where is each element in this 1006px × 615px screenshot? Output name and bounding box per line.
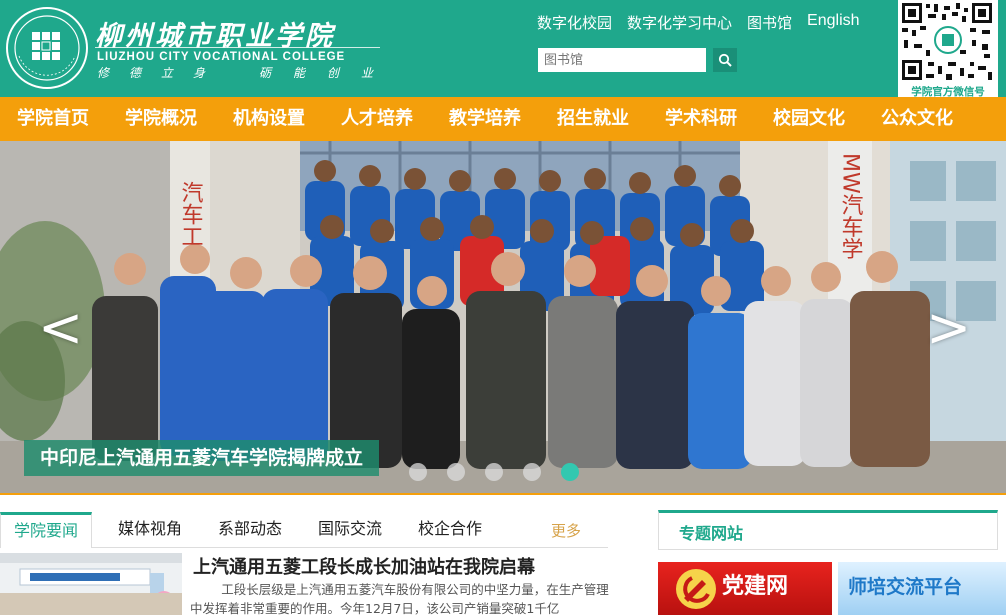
nav-item-public-culture[interactable]: 公众文化 — [881, 97, 953, 141]
tab-international[interactable]: 国际交流 — [318, 512, 382, 546]
news-thumbnail[interactable] — [0, 553, 182, 615]
top-links: 数字化校园 数字化学习中心 图书馆 English — [537, 12, 875, 33]
hero-divider — [0, 493, 1006, 495]
special-sites-header: 专题网站 — [658, 510, 998, 550]
motto-char: 修 — [97, 66, 110, 80]
nav-item-admissions[interactable]: 招生就业 — [557, 97, 629, 141]
special-sites-title: 专题网站 — [679, 524, 744, 543]
nav-item-departments[interactable]: 机构设置 — [233, 97, 305, 141]
slide-dot-2[interactable] — [447, 463, 465, 481]
logo-divider — [95, 47, 380, 48]
party-building-banner[interactable]: 党建网 — [658, 562, 832, 615]
motto-char: 能 — [293, 66, 306, 80]
tab-department-news[interactable]: 系部动态 — [218, 512, 282, 546]
news-tabs: 学院要闻 媒体视角 系部动态 国际交流 校企合作 更多 — [0, 512, 608, 548]
news-summary: 工段长层级是上汽通用五菱汽车股份有限公司的中坚力量，在生产管理中发挥着非常重要的… — [190, 582, 609, 615]
news-thumbnail-image — [0, 553, 182, 615]
sign-right-text: MW汽车学 — [838, 153, 864, 260]
more-link[interactable]: 更多 — [551, 520, 581, 541]
site-header: 柳州城市职业学院 LIUZHOU CITY VOCATIONAL COLLEGE… — [0, 0, 1006, 98]
teacher-exchange-label: 师培交流平台 — [848, 576, 963, 598]
tab-college-news[interactable]: 学院要闻 — [0, 512, 93, 548]
slide-dot-4[interactable] — [523, 463, 541, 481]
college-emblem-icon[interactable] — [5, 6, 89, 90]
motto-char: 砺 — [259, 66, 272, 80]
main-nav: 学院首页 学院概况 机构设置 人才培养 教学培养 招生就业 学术科研 校园文化 … — [0, 97, 1006, 141]
search-button[interactable] — [713, 48, 737, 72]
motto-char: 业 — [361, 66, 374, 80]
link-digital-campus[interactable]: 数字化校园 — [537, 12, 612, 33]
logo-english-name[interactable]: LIUZHOU CITY VOCATIONAL COLLEGE — [97, 51, 345, 63]
slide-dot-3[interactable] — [485, 463, 503, 481]
slide-pagination — [409, 463, 599, 481]
link-english[interactable]: English — [807, 12, 859, 33]
party-building-label: 党建网 — [722, 574, 789, 599]
motto-char: 创 — [327, 66, 340, 80]
nav-item-overview[interactable]: 学院概况 — [125, 97, 197, 141]
news-headline[interactable]: 上汽通用五菱工段长成长加油站在我院启幕 — [193, 553, 535, 579]
nav-item-home[interactable]: 学院首页 — [17, 97, 89, 141]
search-icon — [718, 53, 732, 67]
hero-slideshow[interactable]: 汽车工 MW汽车学 < > 中印尼上汽通用五菱汽车学院揭牌成立 — [0, 141, 1006, 493]
nav-item-research[interactable]: 学术科研 — [665, 97, 737, 141]
motto-char: 德 — [129, 66, 142, 80]
motto-char: 身 — [193, 66, 206, 80]
sign-left-text: 汽车工 — [178, 181, 204, 247]
teacher-exchange-banner[interactable]: 师培交流平台 — [838, 562, 1006, 615]
slide-dot-1[interactable] — [409, 463, 427, 481]
nav-item-teaching[interactable]: 教学培养 — [449, 97, 521, 141]
slide-prev-arrow[interactable]: < — [38, 301, 83, 355]
homepage: 柳州城市职业学院 LIUZHOU CITY VOCATIONAL COLLEGE… — [0, 0, 1006, 615]
party-emblem-icon — [676, 569, 716, 609]
wechat-qr-panel: 学院官方微信号 — [898, 0, 998, 98]
wechat-qr-code-icon — [898, 0, 998, 84]
motto-char: 立 — [161, 66, 174, 80]
link-library[interactable]: 图书馆 — [747, 12, 792, 33]
link-digital-learning-center[interactable]: 数字化学习中心 — [627, 12, 732, 33]
search-input[interactable] — [538, 48, 706, 72]
tab-industry-cooperation[interactable]: 校企合作 — [418, 512, 482, 546]
slide-dot-5[interactable] — [561, 463, 579, 481]
tab-media[interactable]: 媒体视角 — [118, 512, 182, 546]
nav-item-campus-culture[interactable]: 校园文化 — [773, 97, 845, 141]
nav-item-talent-training[interactable]: 人才培养 — [341, 97, 413, 141]
slide-next-arrow[interactable]: > — [926, 301, 971, 355]
slide-caption[interactable]: 中印尼上汽通用五菱汽车学院揭牌成立 — [24, 440, 380, 476]
